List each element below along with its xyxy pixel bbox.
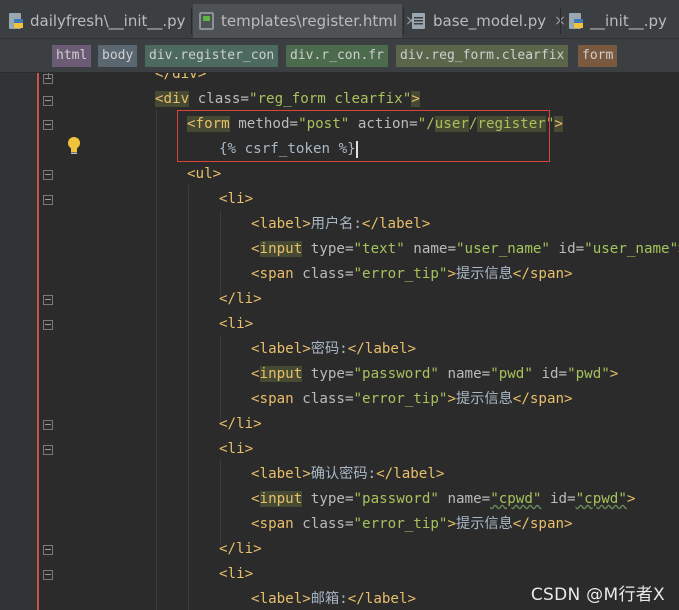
- code-line: <li>: [219, 191, 254, 207]
- tab-base-model[interactable]: base_model.py ×: [405, 4, 566, 38]
- code-line: <input type="password" name="cpwd" id="c…: [251, 491, 636, 507]
- fold-marker[interactable]: [43, 420, 53, 430]
- breadcrumb-item-register-con[interactable]: div.register_con: [145, 45, 279, 67]
- breadcrumb-item-form[interactable]: form: [578, 45, 618, 67]
- breadcrumb-item-html[interactable]: html: [52, 45, 92, 67]
- breadcrumb-item-reg-form[interactable]: div.reg_form.clearfix: [396, 45, 569, 67]
- tab-register-html[interactable]: templates\register.html ×: [193, 4, 417, 38]
- tab-label: dailyfresh\__init__.py: [30, 12, 186, 30]
- code-line: <label>邮箱:</label>: [251, 591, 417, 607]
- fold-marker[interactable]: [43, 295, 53, 305]
- tab-dailyfresh-init[interactable]: dailyfresh\__init__.py ×: [2, 4, 205, 38]
- fold-marker[interactable]: [43, 445, 53, 455]
- fold-marker[interactable]: [43, 545, 53, 555]
- breadcrumb-item-body[interactable]: body: [98, 45, 138, 67]
- python-file-icon: [9, 13, 23, 29]
- code-line: <input type="text" name="user_name" id="…: [251, 241, 679, 257]
- code-line: <label>确认密码:</label>: [251, 466, 445, 482]
- code-line: <span class="error_tip">提示信息</span>: [251, 391, 573, 407]
- code-line: <span class="error_tip">提示信息</span>: [251, 516, 573, 532]
- tab-label: base_model.py: [433, 12, 547, 30]
- code-line: <li>: [219, 316, 254, 332]
- code-line: <span class="error_tip">提示信息</span>: [251, 266, 573, 282]
- breadcrumb: html body div.register_con div.r_con.fr …: [0, 39, 679, 73]
- code-line: </div>: [155, 73, 207, 82]
- highlight-annotation-box: [177, 110, 550, 162]
- code-line: </li>: [219, 541, 262, 557]
- tab-init[interactable]: __init__.py: [562, 4, 679, 38]
- fold-marker[interactable]: [43, 570, 53, 580]
- breadcrumb-item-r-con[interactable]: div.r_con.fr: [286, 45, 388, 67]
- editor-tab-bar: dailyfresh\__init__.py × templates\regis…: [0, 0, 679, 39]
- tab-label: __init__.py: [590, 12, 667, 30]
- line-number-gutter: [0, 73, 37, 610]
- code-line: </li>: [219, 416, 262, 432]
- code-line: <li>: [219, 441, 254, 457]
- fold-column: [40, 73, 62, 610]
- code-line: <ul>: [187, 166, 222, 182]
- fold-marker[interactable]: [43, 120, 53, 130]
- fold-marker[interactable]: [43, 195, 53, 205]
- code-line: <label>密码:</label>: [251, 341, 417, 357]
- code-line: <label>用户名:</label>: [251, 216, 431, 232]
- fold-marker[interactable]: [43, 74, 53, 84]
- fold-marker[interactable]: [43, 96, 53, 106]
- vcs-change-marker: [37, 73, 39, 610]
- watermark: CSDN @M行者X: [530, 585, 665, 605]
- fold-marker[interactable]: [43, 170, 53, 180]
- code-line: <div class="reg_form clearfix">: [155, 91, 420, 107]
- code-line: <input type="password" name="pwd" id="pw…: [251, 366, 619, 382]
- python-file-icon: [569, 13, 583, 29]
- html-file-icon: [199, 12, 214, 30]
- code-line: <li>: [219, 566, 254, 582]
- tab-label: templates\register.html: [221, 12, 397, 30]
- fold-marker[interactable]: [43, 320, 53, 330]
- python-file-icon: [412, 13, 425, 29]
- code-line: </li>: [219, 291, 262, 307]
